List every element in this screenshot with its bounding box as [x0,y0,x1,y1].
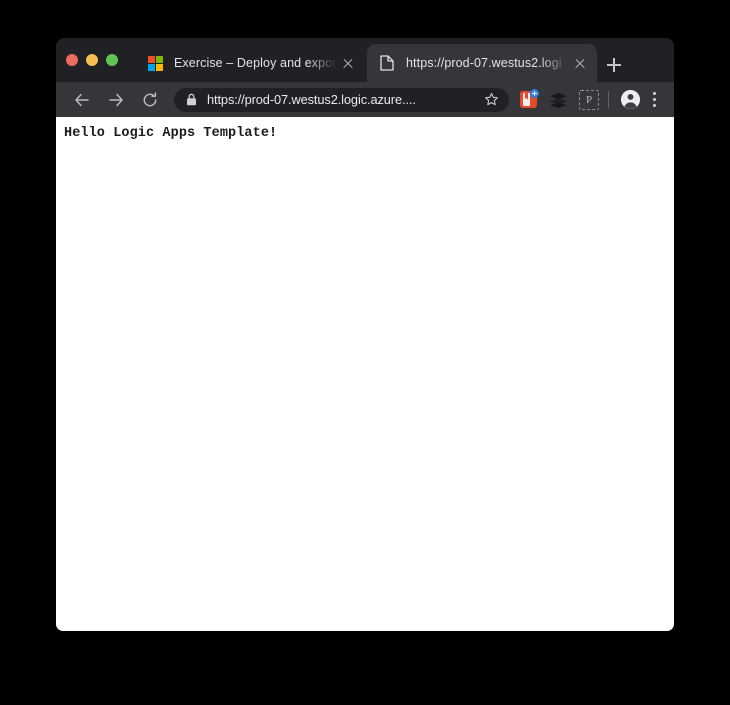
bookmark-manager-extension-icon[interactable] [519,89,539,109]
tab-title: https://prod-07.westus2.logi [406,56,562,70]
new-tab-button[interactable] [601,52,627,78]
window-minimize-button[interactable] [86,54,98,66]
reload-button[interactable] [136,86,164,114]
account-circle-icon[interactable] [619,89,641,111]
forward-button[interactable] [102,86,130,114]
browser-toolbar: https://prod-07.westus2.logic.azure.... [56,82,674,117]
lock-icon [186,93,197,106]
address-bar[interactable]: https://prod-07.westus2.logic.azure.... [174,87,509,112]
pocket-extension-icon[interactable]: P [579,89,599,110]
browser-window: Exercise – Deploy and export https://pro… [56,38,674,631]
window-controls [66,54,118,66]
microsoft-logo-icon [147,55,163,71]
url-text: https://prod-07.westus2.logic.azure.... [207,92,416,107]
tab-close-icon[interactable] [569,52,591,74]
tab-logic-azure[interactable]: https://prod-07.westus2.logi [367,44,597,82]
back-button[interactable] [68,86,96,114]
three-dot-menu-icon[interactable] [641,87,667,113]
pocket-extension-label: P [585,93,593,106]
tab-close-icon[interactable] [337,52,359,74]
extensions-area: P [519,89,599,110]
stack-layers-extension-icon[interactable] [549,90,568,109]
star-icon[interactable] [479,92,503,107]
window-maximize-button[interactable] [106,54,118,66]
generic-page-icon [379,55,395,71]
toolbar-divider [608,91,609,108]
tab-strip: Exercise – Deploy and export https://pro… [56,38,674,82]
page-heading: Hello Logic Apps Template! [64,126,278,141]
window-close-button[interactable] [66,54,78,66]
page-viewport: Hello Logic Apps Template! [56,117,674,631]
tab-title: Exercise – Deploy and export [174,56,337,70]
tab-exercise-deploy-and-export[interactable]: Exercise – Deploy and export [135,44,365,82]
